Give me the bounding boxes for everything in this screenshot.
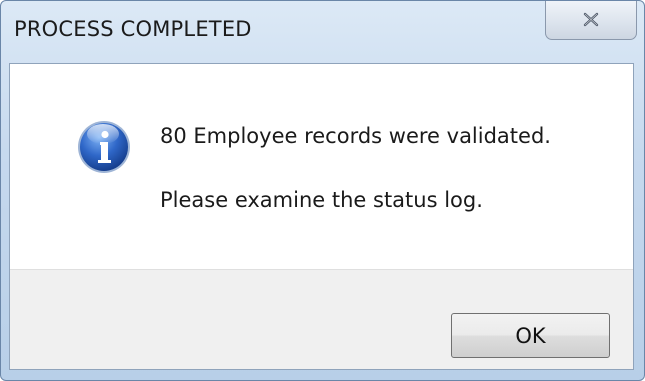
message-area: 80 Employee records were validated. Plea… xyxy=(10,64,633,269)
message-line-1: 80 Employee records were validated. xyxy=(160,124,551,148)
close-icon xyxy=(583,12,599,27)
message-line-2: Please examine the status log. xyxy=(160,188,483,212)
ok-button[interactable]: OK xyxy=(451,313,610,358)
close-button[interactable] xyxy=(545,1,637,40)
button-bar: OK xyxy=(10,269,633,369)
dialog-window: PROCESS COMPLETED 80 Employee records we… xyxy=(0,0,645,381)
title-bar[interactable]: PROCESS COMPLETED xyxy=(1,1,644,63)
information-icon xyxy=(78,121,130,173)
window-title: PROCESS COMPLETED xyxy=(14,17,252,41)
dialog-body: 80 Employee records were validated. Plea… xyxy=(9,63,634,370)
